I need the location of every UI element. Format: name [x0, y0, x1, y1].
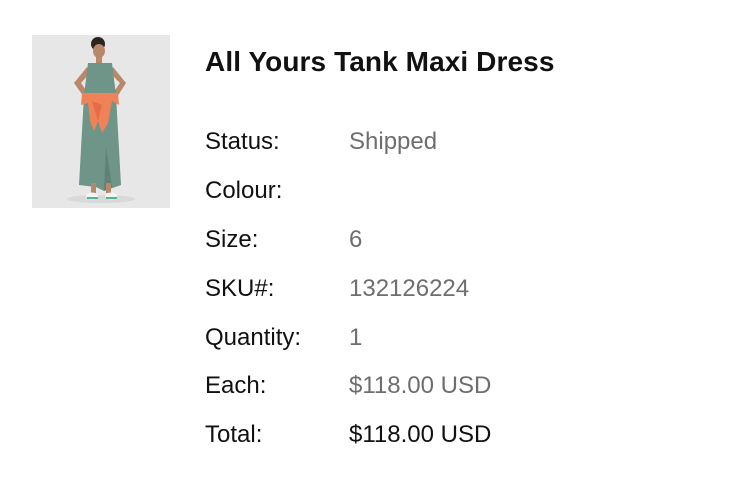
order-details: Status: Shipped Colour: Size: 6 SKU#: 13… [205, 118, 685, 460]
detail-row-quantity: Quantity: 1 [205, 313, 685, 362]
quantity-label: Quantity: [205, 323, 302, 351]
each-price-value: $118.00 USD [349, 372, 492, 400]
detail-row-total: Total: $118.00 USD [205, 411, 685, 460]
each-price-label: Each: [205, 372, 267, 400]
product-image[interactable] [32, 35, 170, 208]
product-title[interactable]: All Yours Tank Maxi Dress [205, 44, 555, 80]
sku-label: SKU#: [205, 274, 275, 302]
detail-row-colour: Colour: [205, 167, 685, 216]
detail-row-sku: SKU#: 132126224 [205, 264, 685, 313]
sku-value: 132126224 [349, 274, 470, 302]
size-label: Size: [205, 225, 259, 253]
total-label: Total: [205, 421, 263, 449]
order-item-card: All Yours Tank Maxi Dress Status: Shippe… [0, 0, 734, 500]
status-label: Status: [205, 128, 280, 156]
detail-row-status: Status: Shipped [205, 118, 685, 167]
status-value: Shipped [349, 128, 438, 156]
detail-row-each: Each: $118.00 USD [205, 362, 685, 411]
size-value: 6 [349, 225, 363, 253]
quantity-value: 1 [349, 323, 363, 351]
colour-label: Colour: [205, 177, 283, 205]
detail-row-size: Size: 6 [205, 216, 685, 265]
product-photo-illustration [32, 35, 170, 208]
total-value: $118.00 USD [349, 421, 492, 449]
